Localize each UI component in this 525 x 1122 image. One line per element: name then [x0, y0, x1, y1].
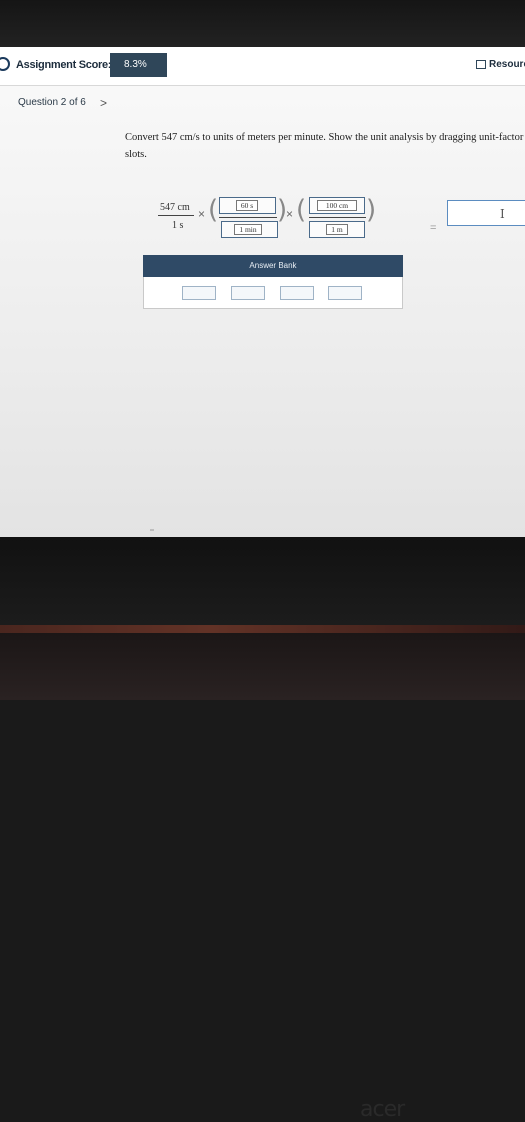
open-paren-2: (: [296, 195, 307, 225]
factor2-denominator-chip[interactable]: 1 m: [326, 224, 348, 235]
multiply-sign-1: ×: [198, 207, 206, 221]
brand-logo: acer: [360, 1097, 405, 1122]
given-numerator: 547 cm: [160, 202, 190, 213]
answer-bank-slot[interactable]: [328, 286, 362, 300]
factor1-numerator-chip[interactable]: 60 s: [236, 200, 258, 211]
question-navigation: Question 2 of 6 >: [18, 96, 107, 110]
answer-bank-slot[interactable]: [231, 286, 265, 300]
answer-bank-slot[interactable]: [182, 286, 216, 300]
factor1-denominator-chip[interactable]: 1 min: [234, 224, 262, 235]
equals-sign: =: [430, 222, 437, 234]
screen-speck: [150, 529, 154, 531]
question-prompt: Convert 547 cm/s to units of meters per …: [125, 132, 524, 160]
resources-button[interactable]: Resourc: [476, 59, 525, 75]
factor2-fraction-bar: [309, 217, 366, 218]
factor2-numerator-chip[interactable]: 100 cm: [317, 200, 357, 211]
given-fraction-bar: [158, 215, 194, 216]
monitor-top-bezel: [0, 0, 525, 47]
assignment-score-label: Assignment Score:: [16, 59, 112, 71]
resources-label: Resourc: [489, 59, 525, 70]
multiply-sign-2: ×: [286, 207, 294, 221]
answer-bank-slot[interactable]: [280, 286, 314, 300]
next-question-chevron-icon[interactable]: >: [100, 96, 107, 110]
question-counter: Question 2 of 6: [18, 97, 86, 108]
desk-edge: [0, 625, 525, 633]
monitor-bottom-bezel: acer: [0, 537, 525, 1122]
info-icon[interactable]: [0, 57, 10, 71]
browser-screen: Assignment Score: 8.3% Resourc Question …: [0, 47, 525, 537]
answer-input[interactable]: [447, 200, 525, 226]
factor1-fraction-bar: [219, 217, 277, 218]
assignment-score-value: 8.3%: [110, 53, 167, 77]
open-paren-1: (: [208, 195, 219, 225]
close-paren-2: ): [366, 195, 377, 225]
resources-icon: [476, 59, 486, 69]
answer-bank-header: Answer Bank: [143, 255, 403, 277]
text-cursor-icon: I: [500, 207, 505, 221]
desk-surface: [0, 633, 525, 700]
assignment-score-bar: Assignment Score: 8.3% Resourc: [0, 47, 525, 86]
given-denominator: 1 s: [172, 220, 184, 231]
